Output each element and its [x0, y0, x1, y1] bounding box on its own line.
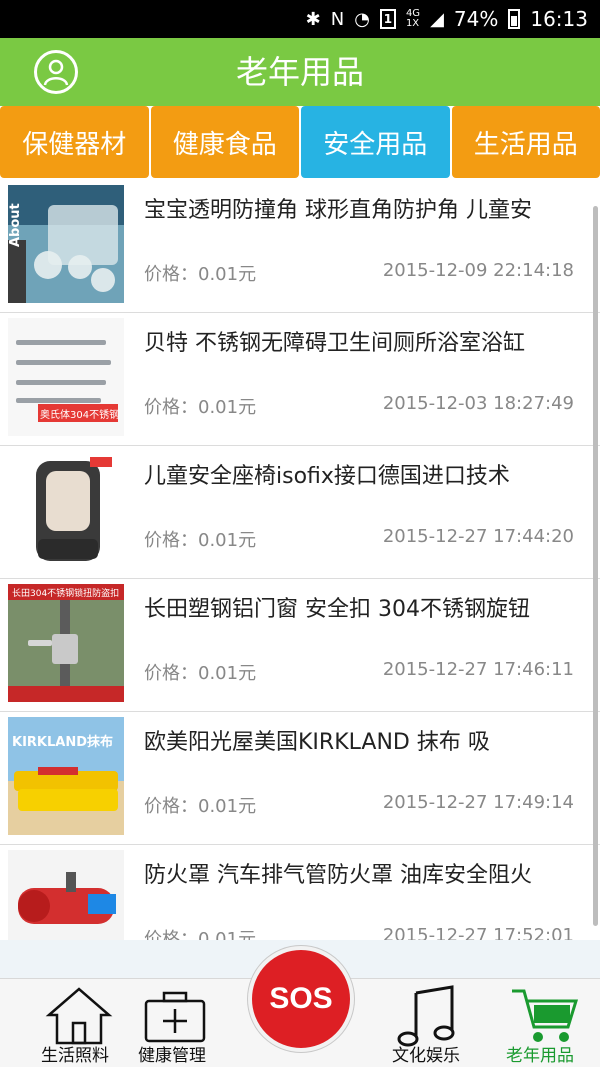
list-item[interactable]: 儿童安全座椅isofix接口德国进口技术 价格：0.01元 2015-12-27…: [0, 446, 600, 579]
list-item[interactable]: 长田304不锈钢锁扭防盗扣 长田塑钢铝门窗 安全扣 304不锈钢旋钮 价格：0.…: [0, 579, 600, 712]
user-icon: [43, 59, 69, 86]
product-list: About 宝宝透明防撞角 球形直角防护角 儿童安 价格：0.01元 2015-…: [0, 180, 600, 940]
clock: 16:13: [530, 7, 588, 31]
product-thumbnail: KIRKLAND抹布: [8, 717, 124, 835]
status-bar: ✱ N ◔ 1 4G 1X ◢ 74% 16:13: [0, 0, 600, 38]
nav-label: 老年用品: [506, 1046, 574, 1066]
product-price: 价格：0.01元: [144, 929, 257, 940]
nfc-icon: N: [330, 8, 345, 30]
battery-percentage: 74%: [453, 7, 499, 31]
product-thumbnail: About: [8, 185, 124, 303]
wifi-icon: ◔: [354, 8, 370, 30]
product-date: 2015-12-27 17:52:01: [382, 925, 574, 940]
tab-health-equipment[interactable]: 保健器材: [0, 106, 149, 178]
product-title: 宝宝透明防撞角 球形直角防护角 儿童安: [144, 198, 532, 223]
product-date: 2015-12-03 18:27:49: [382, 393, 574, 414]
page-title: 老年用品: [235, 53, 364, 91]
nav-label: 文化娱乐: [392, 1046, 460, 1066]
product-date: 2015-12-27 17:49:14: [382, 792, 574, 813]
product-price: 价格：0.01元: [144, 397, 257, 418]
product-title: 防火罩 汽车排气管防火罩 油库安全阻火: [144, 863, 532, 888]
nav-health-management[interactable]: 健康管理: [122, 979, 222, 1067]
list-item[interactable]: 奥氏体304不锈钢 贝特 不锈钢无障碍卫生间厕所浴室浴缸 价格：0.01元 20…: [0, 313, 600, 446]
product-thumbnail: [8, 451, 124, 569]
sos-button[interactable]: SOS: [248, 946, 354, 1052]
medical-kit-icon: [144, 991, 206, 1043]
nav-senior-products[interactable]: 老年用品: [490, 979, 590, 1067]
bluetooth-icon: ✱: [305, 8, 321, 30]
nav-label: 健康管理: [138, 1046, 206, 1066]
product-title: 儿童安全座椅isofix接口德国进口技术: [144, 464, 510, 489]
list-item[interactable]: KIRKLAND抹布 欧美阳光屋美国KIRKLAND 抹布 吸 价格：0.01元…: [0, 712, 600, 845]
thumbnail-caption: 长田304不锈钢锁扭防盗扣: [12, 589, 120, 599]
title-bar: 老年用品: [0, 38, 600, 106]
user-profile-button[interactable]: [34, 50, 78, 94]
sim-icon: 1: [379, 9, 396, 29]
list-scrollbar[interactable]: [593, 206, 598, 926]
network-indicator: 4G 1X: [405, 8, 421, 29]
list-item[interactable]: 防火罩 汽车排气管防火罩 油库安全阻火 价格：0.01元 2015-12-27 …: [0, 845, 600, 940]
product-thumbnail: 长田304不锈钢锁扭防盗扣: [8, 584, 124, 702]
music-note-icon: [397, 985, 455, 1047]
nav-life-care[interactable]: 生活照料: [25, 979, 125, 1067]
shopping-cart-icon: [512, 989, 579, 1042]
battery-icon: [508, 9, 521, 29]
tab-health-food[interactable]: 健康食品: [150, 106, 299, 178]
product-price: 价格：0.01元: [144, 264, 257, 285]
list-item[interactable]: About 宝宝透明防撞角 球形直角防护角 儿童安 价格：0.01元 2015-…: [0, 180, 600, 313]
product-thumbnail: [8, 850, 124, 940]
product-title: 长田塑钢铝门窗 安全扣 304不锈钢旋钮: [144, 597, 530, 622]
product-date: 2015-12-09 22:14:18: [382, 260, 574, 281]
tab-safety-products[interactable]: 安全用品: [301, 106, 450, 178]
product-title: 欧美阳光屋美国KIRKLAND 抹布 吸: [144, 730, 490, 755]
product-date: 2015-12-27 17:44:20: [382, 526, 574, 547]
product-date: 2015-12-27 17:46:11: [382, 659, 574, 680]
product-price: 价格：0.01元: [144, 530, 257, 551]
product-price: 价格：0.01元: [144, 663, 257, 684]
product-thumbnail: 奥氏体304不锈钢: [8, 318, 124, 436]
product-price: 价格：0.01元: [144, 796, 257, 817]
thumbnail-caption: About: [8, 203, 23, 247]
house-icon: [45, 987, 113, 1045]
tab-daily-products[interactable]: 生活用品: [451, 106, 600, 178]
signal-icon: ◢: [430, 8, 444, 30]
thumbnail-caption: 奥氏体304不锈钢: [40, 410, 120, 421]
thumbnail-caption: KIRKLAND抹布: [12, 735, 114, 750]
category-tabs: 保健器材 健康食品 安全用品 生活用品: [0, 106, 600, 178]
nav-culture-entertainment[interactable]: 文化娱乐: [376, 979, 476, 1067]
product-title: 贝特 不锈钢无障碍卫生间厕所浴室浴缸: [144, 331, 525, 356]
nav-label: 生活照料: [41, 1046, 109, 1066]
